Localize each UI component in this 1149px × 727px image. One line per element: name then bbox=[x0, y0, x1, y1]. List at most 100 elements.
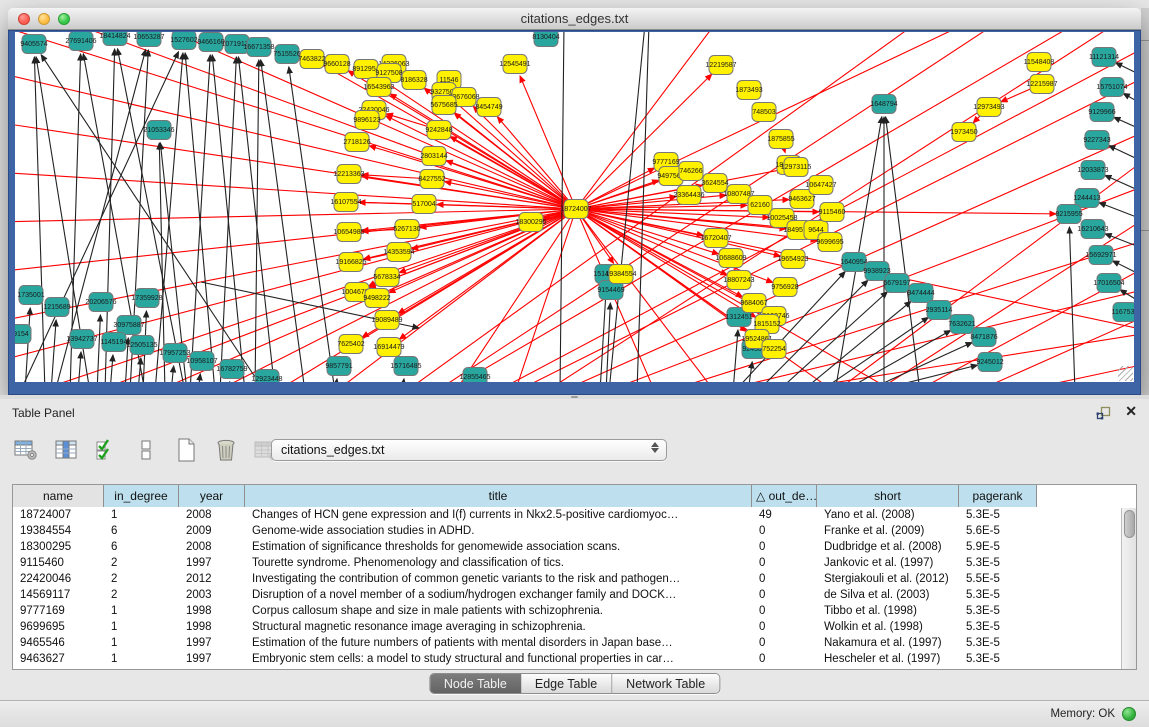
network-node[interactable]: 12505135 bbox=[126, 336, 157, 355]
network-node[interactable]: 5267130 bbox=[393, 220, 420, 239]
network-node[interactable]: 10688609 bbox=[715, 249, 746, 268]
network-node[interactable]: 18414824 bbox=[99, 32, 130, 46]
table-cell[interactable]: 1997 bbox=[179, 555, 245, 571]
network-node[interactable]: 748503 bbox=[752, 103, 776, 122]
table-cell[interactable]: 1997 bbox=[179, 635, 245, 651]
network-node[interactable]: 3624554 bbox=[701, 174, 728, 193]
network-node[interactable]: 15716485 bbox=[390, 357, 421, 376]
row-height-icon[interactable] bbox=[132, 437, 160, 463]
network-node[interactable]: 9474444 bbox=[907, 284, 934, 303]
table-cell[interactable]: 22420046 bbox=[13, 571, 104, 587]
table-cell[interactable]: 5.6E-5 bbox=[959, 523, 1037, 539]
network-canvas[interactable]: 9405574276914061841482410653287152760294… bbox=[15, 32, 1134, 382]
network-node[interactable]: 2718126 bbox=[343, 133, 370, 152]
network-node[interactable]: 16543962 bbox=[363, 78, 394, 97]
network-node[interactable]: 8130404 bbox=[532, 32, 559, 47]
table-cell[interactable]: Changes of HCN gene expression and I(f) … bbox=[245, 507, 752, 523]
network-node[interactable]: 16671358 bbox=[243, 38, 274, 57]
table-cell[interactable]: Dudbridge et al. (2008) bbox=[817, 539, 959, 555]
network-node[interactable]: 9242848 bbox=[425, 121, 452, 140]
table-cell[interactable]: Investigating the contribution of common… bbox=[245, 571, 752, 587]
network-node[interactable]: 9660128 bbox=[323, 55, 350, 74]
table-cell[interactable]: 1998 bbox=[179, 603, 245, 619]
network-node[interactable]: 1215689 bbox=[43, 298, 70, 317]
table-row[interactable]: 977716911998Corpus callosum shape and si… bbox=[13, 603, 1136, 619]
network-node[interactable]: 18724007 bbox=[560, 200, 591, 219]
network-node[interactable]: 12855465 bbox=[459, 368, 490, 383]
network-node[interactable]: 7463822 bbox=[298, 50, 325, 69]
table-cell[interactable]: 0 bbox=[752, 555, 817, 571]
scrollbar-thumb[interactable] bbox=[1124, 510, 1135, 538]
network-node[interactable]: 9129966 bbox=[1088, 103, 1115, 122]
column-header-name[interactable]: name bbox=[13, 485, 104, 507]
network-node[interactable]: 11121314 bbox=[1089, 48, 1119, 67]
table-cell[interactable]: Jankovic et al. (1997) bbox=[817, 555, 959, 571]
column-visibility-icon[interactable] bbox=[92, 437, 120, 463]
network-node[interactable]: 1973450 bbox=[950, 123, 977, 142]
table-cell[interactable]: 5.5E-5 bbox=[959, 571, 1037, 587]
table-cell[interactable]: Franke et al. (2009) bbox=[817, 523, 959, 539]
network-node[interactable]: 16720407 bbox=[700, 229, 731, 248]
table-cell[interactable]: 9699695 bbox=[13, 619, 104, 635]
table-cell[interactable]: 5.3E-5 bbox=[959, 555, 1037, 571]
network-node[interactable]: 9896123 bbox=[353, 111, 380, 130]
table-cell[interactable]: 2003 bbox=[179, 587, 245, 603]
table-cell[interactable]: 2012 bbox=[179, 571, 245, 587]
table-cell[interactable]: 2 bbox=[104, 571, 179, 587]
network-node[interactable]: 12213363 bbox=[333, 165, 364, 184]
table-cell[interactable]: 19384554 bbox=[13, 523, 104, 539]
window-titlebar[interactable]: citations_edges.txt bbox=[8, 8, 1141, 30]
table-cell[interactable]: 0 bbox=[752, 651, 817, 667]
table-cell[interactable]: Genome-wide association studies in ADHD. bbox=[245, 523, 752, 539]
network-node[interactable]: 5678334 bbox=[373, 268, 400, 287]
table-cell[interactable]: 5.3E-5 bbox=[959, 603, 1037, 619]
network-node[interactable]: 16782759 bbox=[216, 360, 247, 379]
table-cell[interactable]: Embryonic stem cells: a model to study s… bbox=[245, 651, 752, 667]
table-cell[interactable]: 0 bbox=[752, 571, 817, 587]
float-panel-icon[interactable] bbox=[1096, 406, 1111, 420]
table-cell[interactable]: 9465546 bbox=[13, 635, 104, 651]
table-row[interactable]: 946554611997Estimation of the future num… bbox=[13, 635, 1136, 651]
table-cell[interactable]: 0 bbox=[752, 619, 817, 635]
network-node[interactable]: 12215987 bbox=[1026, 75, 1057, 94]
table-row[interactable]: 946362711997Embryonic stem cells: a mode… bbox=[13, 651, 1136, 667]
table-cell[interactable]: 1 bbox=[104, 635, 179, 651]
table-cell[interactable]: 18724007 bbox=[13, 507, 104, 523]
delete-icon[interactable] bbox=[212, 437, 240, 463]
tab-network-table[interactable]: Network Table bbox=[612, 674, 719, 693]
table-cell[interactable]: 6 bbox=[104, 523, 179, 539]
table-cell[interactable]: de Silva et al. (2003) bbox=[817, 587, 959, 603]
network-node[interactable]: 16914479 bbox=[373, 338, 404, 357]
network-node[interactable]: 1527602 bbox=[170, 32, 197, 50]
network-node[interactable]: 10653287 bbox=[133, 32, 164, 47]
network-node[interactable]: 2803144 bbox=[420, 147, 447, 166]
table-row[interactable]: 1872400712008Changes of HCN gene express… bbox=[13, 507, 1136, 523]
network-node[interactable]: 20206576 bbox=[85, 293, 116, 312]
table-cell[interactable]: 1 bbox=[104, 651, 179, 667]
network-node[interactable]: 7515526 bbox=[273, 45, 300, 64]
table-cell[interactable]: 2008 bbox=[179, 539, 245, 555]
network-node[interactable]: 10654985 bbox=[333, 223, 364, 242]
network-node[interactable]: 9756928 bbox=[771, 278, 798, 297]
network-node[interactable]: 12219587 bbox=[705, 56, 736, 75]
close-panel-icon[interactable]: ✕ bbox=[1125, 403, 1137, 420]
table-cell[interactable]: 14569117 bbox=[13, 587, 104, 603]
network-node[interactable]: 5675685 bbox=[430, 96, 457, 115]
network-node[interactable]: 8186328 bbox=[400, 71, 427, 90]
table-cell[interactable]: 18300295 bbox=[13, 539, 104, 555]
table-cell[interactable]: 5.3E-5 bbox=[959, 635, 1037, 651]
network-node[interactable]: 9699695 bbox=[816, 233, 843, 252]
network-node[interactable]: 9405574 bbox=[20, 35, 47, 54]
tab-edge-table[interactable]: Edge Table bbox=[521, 674, 612, 693]
network-node[interactable]: 17016504 bbox=[1093, 274, 1124, 293]
network-node[interactable]: 39154 bbox=[15, 325, 31, 344]
network-node[interactable]: 12545491 bbox=[499, 55, 530, 74]
network-node[interactable]: 1875855 bbox=[767, 130, 794, 149]
table-cell[interactable]: 5.9E-5 bbox=[959, 539, 1037, 555]
network-node[interactable]: 7625402 bbox=[337, 335, 364, 354]
table-cell[interactable]: 0 bbox=[752, 603, 817, 619]
network-node[interactable]: 19089489 bbox=[371, 311, 402, 330]
table-cell[interactable]: 9463627 bbox=[13, 651, 104, 667]
table-cell[interactable]: 1998 bbox=[179, 619, 245, 635]
network-node[interactable]: 9857791 bbox=[325, 357, 352, 376]
